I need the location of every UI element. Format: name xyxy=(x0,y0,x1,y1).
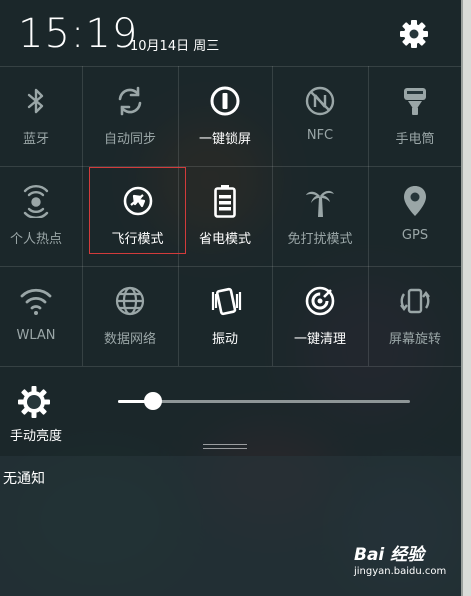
toggle-label: 数据网络 xyxy=(103,332,156,347)
toggle-label: 个人热点 xyxy=(9,232,62,247)
toggle-power-saving[interactable]: 省电模式 xyxy=(179,166,271,266)
toggle-label: 一键清理 xyxy=(293,332,346,347)
battery-icon xyxy=(208,184,242,218)
clock-date: 10月14日 周三 xyxy=(130,39,220,54)
hotspot-icon xyxy=(19,184,53,218)
toggle-label: 振动 xyxy=(211,332,238,347)
screen: 15:19 10月14日 周三 蓝牙 自动同步 一键锁屏 NFC 手电筒 个人热… xyxy=(0,0,471,596)
toggle-label: 飞行模式 xyxy=(111,232,164,247)
brightness-row: 手动亮度 xyxy=(0,366,461,446)
location-pin-icon xyxy=(398,184,432,218)
watermark: Bai 经验 jingyan.baidu.com xyxy=(354,540,461,582)
sync-icon xyxy=(113,84,147,118)
settings-gear-icon[interactable] xyxy=(396,16,432,52)
globe-icon xyxy=(113,284,147,318)
flashlight-icon xyxy=(398,84,432,118)
brightness-mode-label: 手动亮度 xyxy=(10,429,63,444)
toggle-label: WLAN xyxy=(16,328,56,343)
toggle-mobile-data[interactable]: 数据网络 xyxy=(84,266,176,366)
toggle-label: 蓝牙 xyxy=(22,132,49,147)
toggle-lock-screen[interactable]: 一键锁屏 xyxy=(179,66,271,166)
palm-tree-icon xyxy=(303,184,337,218)
wifi-icon xyxy=(19,284,53,318)
slider-thumb[interactable] xyxy=(144,392,163,410)
clean-icon xyxy=(303,284,337,318)
watermark-url: jingyan.baidu.com xyxy=(354,566,447,577)
toggle-label: 手电筒 xyxy=(395,132,435,147)
bluetooth-icon xyxy=(19,84,53,118)
toggle-label: 屏幕旋转 xyxy=(388,332,441,347)
toggle-flashlight[interactable]: 手电筒 xyxy=(369,66,461,166)
toggle-label: 自动同步 xyxy=(103,132,156,147)
clock-time: 15:19 xyxy=(18,11,139,57)
toggle-label: 一键锁屏 xyxy=(198,132,251,147)
toggle-label: 省电模式 xyxy=(198,232,251,247)
toggle-do-not-disturb[interactable]: 免打扰模式 xyxy=(274,166,366,266)
empty-notifications-text: 无通知 xyxy=(3,471,45,487)
toggle-one-click-clean[interactable]: 一键清理 xyxy=(274,266,366,366)
toggle-label: 免打扰模式 xyxy=(287,232,353,247)
brightness-slider[interactable] xyxy=(118,392,410,412)
notification-shade: 15:19 10月14日 周三 蓝牙 自动同步 一键锁屏 NFC 手电筒 个人热… xyxy=(0,0,461,596)
watermark-logo: Bai 经验 xyxy=(354,545,425,565)
toggle-airplane-mode[interactable]: 飞行模式 xyxy=(88,166,187,255)
toggle-hotspot[interactable]: 个人热点 xyxy=(0,166,82,266)
rotate-screen-icon xyxy=(398,284,432,318)
quick-settings-grid: 蓝牙 自动同步 一键锁屏 NFC 手电筒 个人热点 飞行模式 省电模式 免打扰模… xyxy=(0,66,461,366)
brightness-sun-icon[interactable] xyxy=(16,384,52,420)
vibrate-icon xyxy=(208,284,242,318)
quick-settings-row: WLAN 数据网络 振动 一键清理 屏幕旋转 xyxy=(0,266,461,366)
toggle-label: NFC xyxy=(306,128,334,143)
power-lock-icon xyxy=(208,84,242,118)
toggle-auto-sync[interactable]: 自动同步 xyxy=(84,66,176,166)
drag-handle[interactable] xyxy=(203,443,247,451)
toggle-label: GPS xyxy=(401,228,429,243)
quick-settings-row: 蓝牙 自动同步 一键锁屏 NFC 手电筒 xyxy=(0,66,461,166)
airplane-icon xyxy=(121,184,155,218)
toggle-screen-rotation[interactable]: 屏幕旋转 xyxy=(369,266,461,366)
background-page-edge xyxy=(461,0,471,596)
toggle-vibrate[interactable]: 振动 xyxy=(179,266,271,366)
toggle-wlan[interactable]: WLAN xyxy=(0,266,82,366)
toggle-bluetooth[interactable]: 蓝牙 xyxy=(0,66,82,166)
toggle-nfc[interactable]: NFC xyxy=(274,66,366,166)
status-bar: 15:19 10月14日 周三 xyxy=(0,0,461,66)
quick-settings-row: 个人热点 飞行模式 省电模式 免打扰模式 GPS xyxy=(0,166,461,266)
nfc-icon xyxy=(303,84,337,118)
toggle-gps[interactable]: GPS xyxy=(369,166,461,266)
